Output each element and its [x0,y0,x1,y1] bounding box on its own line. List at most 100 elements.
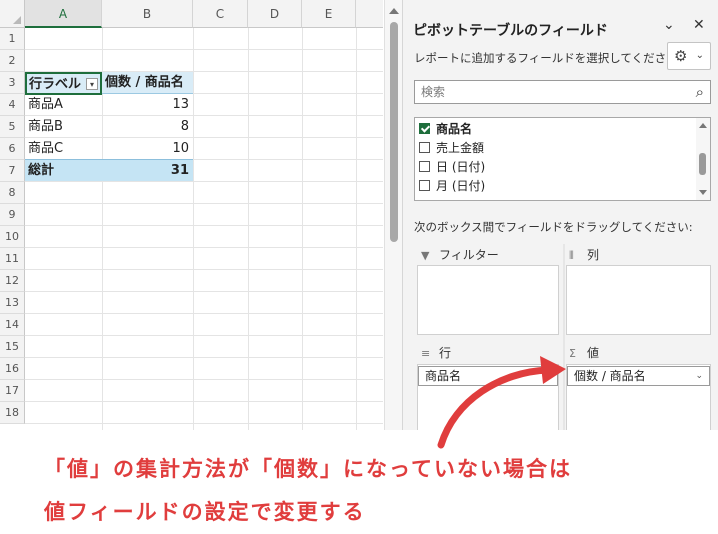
column-header-b[interactable]: B [102,0,193,28]
column-header-c[interactable]: C [193,0,248,28]
column-header-f[interactable] [356,0,383,28]
grid-row [25,358,383,380]
rows-field-pill[interactable]: 商品名 [418,366,558,386]
cell-b3-value-header[interactable]: 個数 / 商品名 [102,72,193,94]
row-header[interactable]: 17 [0,380,25,402]
tools-button[interactable]: ⚙ ⌄ [667,42,711,70]
pivot-row-label[interactable]: 商品B [25,116,102,137]
pivot-total-value[interactable]: 31 [102,159,193,181]
filter-area-label: フィルター [439,248,499,262]
scroll-down-icon[interactable] [699,190,707,195]
grid-row [25,270,383,292]
sigma-icon: Σ [569,347,576,360]
annotation-text: 「値」の集計方法が「個数」になっていない場合は 値フィールドの設定で変更する [44,448,572,534]
spreadsheet-grid[interactable]: A B C D E 1 2 3 4 5 6 7 8 9 10 11 12 13 14 15 16 17 18 行ラ… [0,0,383,430]
values-field-pill[interactable]: 個数 / 商品名 ⌄ [567,366,710,386]
pane-subtitle: レポートに追加するフィールドを選択してください: [414,51,682,65]
checkbox-icon[interactable] [419,161,430,172]
row-header[interactable]: 3 [0,72,25,94]
values-area-label: 値 [587,346,600,360]
area-divider [563,244,565,430]
columns-drop-area[interactable] [566,265,711,335]
search-icon[interactable]: ⌕ [696,81,704,103]
annotation-line-2: 値フィールドの設定で変更する [44,500,366,524]
sheet-vertical-scrollbar[interactable] [384,0,403,430]
field-label: 月 (日付) [436,179,486,193]
field-item-day[interactable]: 日 (日付) [419,158,485,177]
row-header[interactable]: 12 [0,270,25,292]
values-area-header: Σ値 [569,344,599,362]
row-label-header: 行ラベル [29,77,82,92]
grid-row [25,292,383,314]
checkbox-icon[interactable] [419,142,430,153]
checkbox-icon[interactable] [419,180,430,191]
row-header[interactable]: 18 [0,402,25,424]
row-header[interactable]: 5 [0,116,25,138]
pivot-row-label[interactable]: 商品A [25,94,102,115]
filter-dropdown-icon[interactable]: ▾ [86,78,98,90]
chevron-down-icon: ⌄ [695,50,704,61]
field-search-input[interactable]: 検索 ⌕ [414,80,711,104]
grid-row [25,336,383,358]
column-header-a[interactable]: A [25,0,102,28]
row-header[interactable]: 8 [0,182,25,204]
checkbox-checked-icon[interactable] [419,123,430,134]
pivot-row-value[interactable]: 8 [102,116,193,137]
pivot-row-label[interactable]: 商品C [25,138,102,159]
rows-icon: ≡ [421,347,431,360]
grid-row [25,248,383,270]
grid-row [25,28,383,50]
columns-area-header: ⦀ 列 [569,246,599,264]
field-list-scrollbar[interactable] [696,118,710,200]
grid-row [25,226,383,248]
filter-icon: ▼ [421,249,430,262]
filter-drop-area[interactable] [417,265,559,335]
row-header[interactable]: 10 [0,226,25,248]
row-header[interactable]: 4 [0,94,25,116]
pivot-row-value[interactable]: 13 [102,94,193,115]
column-header-e[interactable]: E [302,0,356,28]
field-item-product[interactable]: 商品名 [419,120,472,139]
scroll-up-icon[interactable] [699,123,707,128]
row-header[interactable]: 9 [0,204,25,226]
row-header[interactable]: 14 [0,314,25,336]
field-label: 日 (日付) [436,160,486,174]
row-header[interactable]: 1 [0,28,25,50]
grid-row [25,50,383,72]
row-header[interactable]: 16 [0,358,25,380]
scrollbar-thumb[interactable] [699,153,706,175]
pane-title: ピボットテーブルのフィールド [413,23,608,39]
row-header[interactable]: 15 [0,336,25,358]
grid-row [25,380,383,402]
grid-row [25,402,383,424]
scrollbar-thumb[interactable] [390,22,398,242]
row-header[interactable]: 6 [0,138,25,160]
field-label: 商品名 [436,122,473,136]
chevron-down-icon[interactable]: ⌄ [695,367,703,385]
field-item-sales[interactable]: 売上金額 [419,139,484,158]
field-label: 売上金額 [436,141,485,155]
row-header[interactable]: 7 [0,160,25,182]
gridline [248,28,249,430]
pivot-row-value[interactable]: 10 [102,138,193,159]
row-header[interactable]: 13 [0,292,25,314]
filter-area-header: ▼ フィルター [421,246,499,264]
gridline [356,28,357,430]
column-header-d[interactable]: D [248,0,302,28]
close-icon[interactable]: ✕ [693,17,705,33]
grid-row [25,182,383,204]
pivot-total-label[interactable]: 総計 [25,159,102,181]
field-item-month[interactable]: 月 (日付) [419,177,485,196]
scroll-up-icon[interactable] [389,8,399,14]
cell-a3-row-label-header[interactable]: 行ラベル ▾ [25,72,102,95]
row-header[interactable]: 11 [0,248,25,270]
select-all-corner[interactable] [0,0,25,28]
columns-icon: ⦀ [569,249,574,262]
gear-icon: ⚙ [674,47,688,65]
grid-row [25,204,383,226]
pivot-field-pane: ピボットテーブルのフィールド ⌄ ✕ レポートに追加するフィールドを選択してくだ… [402,0,718,430]
gridline [193,28,194,430]
values-field-label: 個数 / 商品名 [574,369,646,383]
row-header[interactable]: 2 [0,50,25,72]
collapse-pane-icon[interactable]: ⌄ [663,17,675,33]
